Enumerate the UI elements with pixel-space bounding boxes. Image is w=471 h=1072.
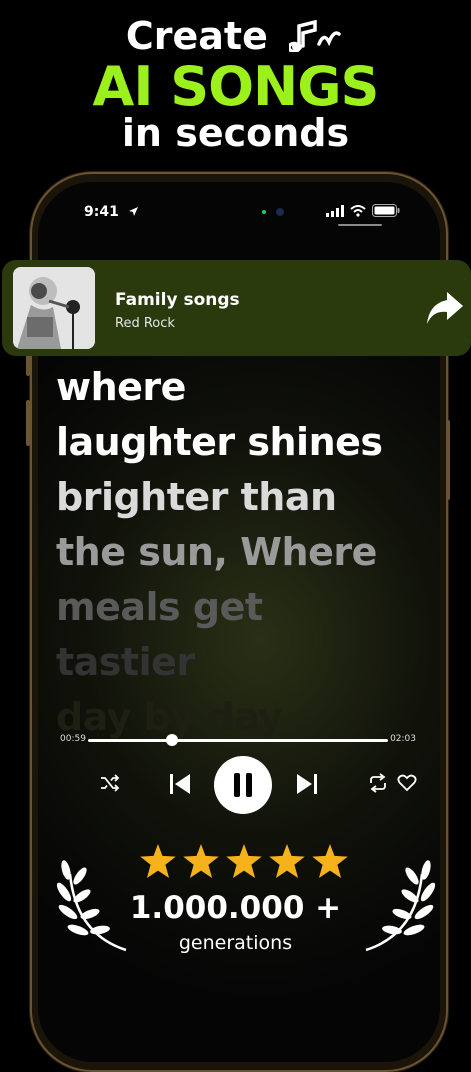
star-icon xyxy=(226,844,262,878)
headline-line-2: AI SONGS xyxy=(92,54,380,118)
star-icon xyxy=(140,844,176,878)
star-icon xyxy=(312,844,348,878)
status-time: 9:41 xyxy=(84,204,139,220)
robot-singer-image xyxy=(13,267,95,349)
music-note-icon xyxy=(287,17,345,61)
progress-track[interactable] xyxy=(88,739,388,742)
star-icon xyxy=(269,844,305,878)
pause-button[interactable] xyxy=(214,756,272,814)
camera-icon xyxy=(276,208,284,216)
status-bar: 9:41 xyxy=(38,200,440,224)
lyrics-view: where laughter shines brighter than the … xyxy=(56,360,456,745)
lyric-line: brighter than xyxy=(56,475,337,519)
battery-icon xyxy=(372,204,400,217)
next-track-icon[interactable] xyxy=(295,772,319,796)
repeat-icon[interactable] xyxy=(367,773,389,793)
lyric-line: where xyxy=(56,365,186,409)
wifi-icon xyxy=(350,204,366,217)
song-title: Family songs xyxy=(115,290,240,310)
playback-progress: 00:59 02:03 xyxy=(60,730,416,750)
progress-knob[interactable] xyxy=(166,734,178,746)
cellular-signal-icon xyxy=(326,204,344,217)
total-time: 02:03 xyxy=(390,734,416,744)
location-arrow-icon xyxy=(128,207,138,216)
lyric-line: the sun, Where xyxy=(56,530,377,574)
headline-line-1: Create xyxy=(125,14,268,58)
star-icon xyxy=(183,844,219,878)
lyric-line: meals get xyxy=(56,585,263,629)
lyric-line: tastier xyxy=(56,640,195,684)
star-rating xyxy=(140,844,348,878)
share-icon[interactable] xyxy=(425,290,465,330)
current-time: 00:59 xyxy=(60,734,86,744)
heart-icon[interactable] xyxy=(397,774,417,792)
previous-track-icon[interactable] xyxy=(168,772,192,796)
laurel-right-icon xyxy=(360,854,436,958)
player-controls xyxy=(0,756,471,814)
album-art xyxy=(13,267,95,349)
phone-side-button xyxy=(26,400,30,446)
notch-indicator xyxy=(338,224,382,226)
shuffle-icon[interactable] xyxy=(100,774,120,792)
promo-headline: Create AI SONGS in seconds xyxy=(0,14,471,153)
headline-line-3: in seconds xyxy=(121,110,350,155)
lyric-line: laughter shines xyxy=(56,420,383,464)
privacy-indicator-dot xyxy=(262,210,266,214)
now-playing-card[interactable]: Family songs Red Rock xyxy=(2,260,471,356)
song-artist: Red Rock xyxy=(115,316,175,331)
pause-icon xyxy=(234,773,252,797)
